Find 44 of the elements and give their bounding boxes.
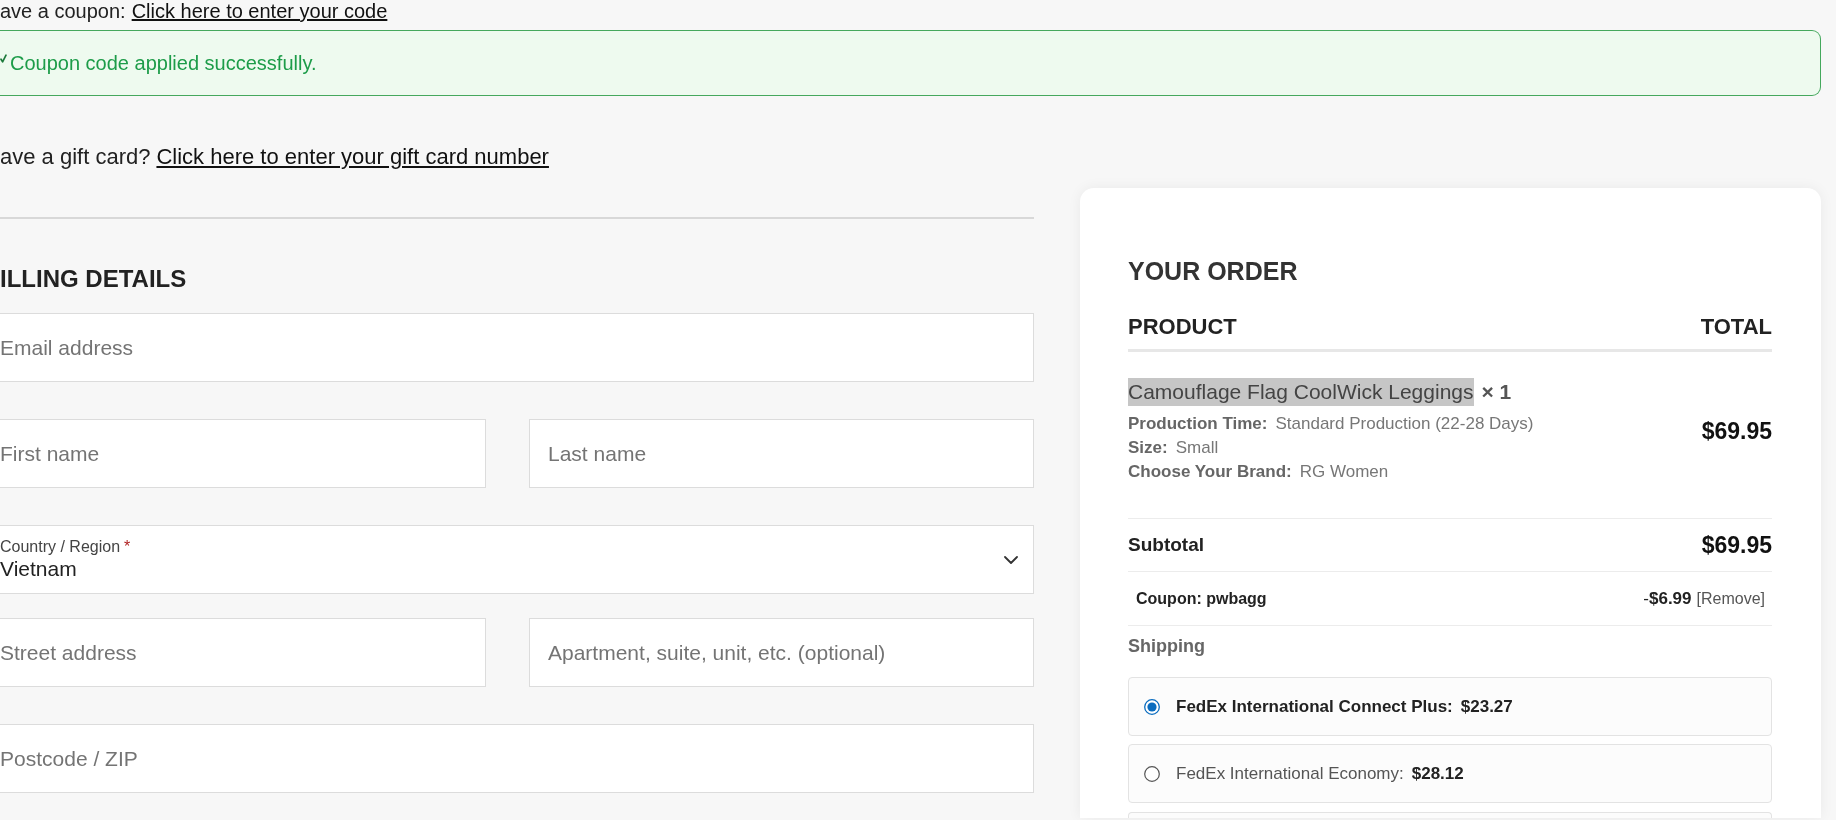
discount-amount: -$6.99 [1643,588,1692,609]
enter-gift-card-link[interactable]: Click here to enter your gift card number [156,143,549,171]
coupon-label: Coupon: pwbagg [1136,589,1267,608]
select-field[interactable]: Country / Region * Vietnam [0,525,1034,594]
quantity-text: × 1 [1481,380,1512,404]
subtotal-label: Subtotal [1128,534,1204,556]
shipping-price: $28.12 [1411,763,1464,784]
option-label: Choose Your Brand: [1128,461,1292,483]
tick-icon [0,54,7,63]
coupon-prompt-text: ave a coupon: [0,0,126,22]
shipping-option-card[interactable]: FedEx International Connect Plus: $23.27 [1128,677,1772,736]
shipping-price: $23.27 [1460,696,1513,717]
line-total: $69.95 [1701,417,1772,445]
shipping-label: Shipping [1128,635,1206,658]
select-value: Vietnam [0,555,78,582]
column-header: TOTAL [1700,313,1772,341]
shipping-option-card[interactable]: FedEx International Economy: $28.12 [1128,744,1772,803]
input-field[interactable]: Street address [0,618,486,687]
radio-button[interactable] [1144,698,1160,715]
remove-coupon-link[interactable]: [Remove] [1696,589,1765,608]
input-field[interactable]: Postcode / ZIP [0,724,1034,793]
option-value: RG Women [1299,461,1389,483]
gift-card-prompt-text: ave a gift card? [0,143,151,171]
enter-coupon-link[interactable]: Click here to enter your code [131,0,388,22]
field-label: Country / Region [0,537,121,556]
option-label: Production Time: [1128,413,1268,435]
radio-button[interactable] [1144,765,1160,782]
section-heading: ILLING DETAILS [0,264,188,294]
option-label: Size: [1128,437,1168,459]
input-field[interactable]: Last name [529,419,1034,488]
notice-message: Coupon code applied successfully. [10,51,317,75]
required-mark: * [124,537,131,556]
column-header: PRODUCT [1128,313,1237,341]
shipping-method-name: FedEx International Connect Plus: [1176,696,1453,717]
order-title: YOUR ORDER [1128,256,1299,286]
subtotal-value: $69.95 [1701,531,1772,559]
option-value: Small [1175,437,1219,459]
shipping-method-name: FedEx International Economy: [1176,763,1404,784]
chevron-down-icon [1004,555,1018,564]
option-value: Standard Production (22-28 Days) [1275,413,1534,435]
input-field[interactable]: Apartment, suite, unit, etc. (optional) [529,618,1034,687]
product-name: Camouflage Flag CoolWick Leggings [1128,378,1474,406]
input-field[interactable]: First name [0,419,486,488]
input-field[interactable]: Email address [0,313,1034,382]
